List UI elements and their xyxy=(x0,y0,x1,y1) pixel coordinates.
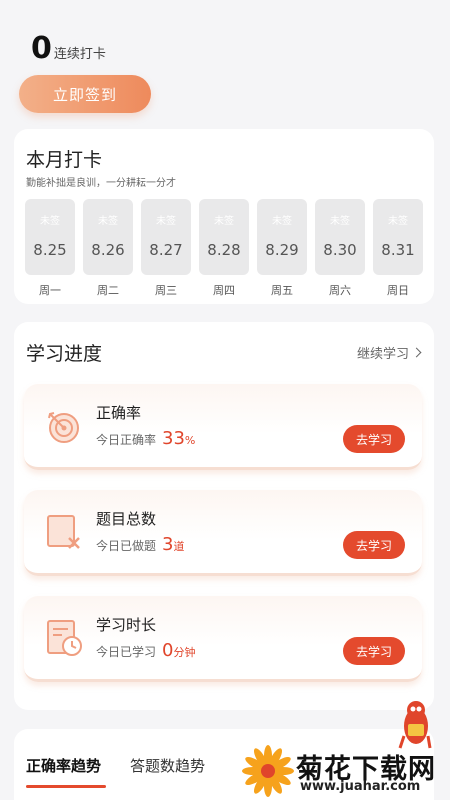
day-date: 8.28 xyxy=(207,241,241,259)
tab-answer-count-trend[interactable]: 答题数趋势 xyxy=(130,755,205,776)
mascot-icon xyxy=(398,701,432,749)
day-box: 未签 8.28 xyxy=(199,199,249,275)
day-weekday: 周六 xyxy=(329,284,351,297)
continue-study-label: 继续学习 xyxy=(356,347,409,362)
day-date: 8.25 xyxy=(33,241,67,259)
go-study-button[interactable]: 去学习 xyxy=(343,531,405,559)
day-item[interactable]: 未签 8.28 周四 xyxy=(199,199,249,298)
day-weekday: 周三 xyxy=(155,284,177,297)
progress-item-unit: % xyxy=(184,434,196,447)
tab-accuracy-trend[interactable]: 正确率趋势 xyxy=(26,755,101,776)
day-status: 未签 xyxy=(98,216,118,227)
day-status: 未签 xyxy=(272,216,292,227)
monthly-checkin-subtitle: 勤能补拙是良训，一分耕耘一分才 xyxy=(26,178,176,189)
progress-item-value: 3 xyxy=(162,534,174,555)
checkin-button[interactable]: 立即签到 xyxy=(19,75,151,113)
day-status: 未签 xyxy=(214,216,234,227)
day-date: 8.29 xyxy=(265,241,299,259)
day-status: 未签 xyxy=(156,216,176,227)
day-date: 8.30 xyxy=(323,241,357,259)
day-item[interactable]: 未签 8.29 周五 xyxy=(257,199,307,298)
progress-item-unit: 道 xyxy=(173,540,185,553)
day-box: 未签 8.27 xyxy=(141,199,191,275)
study-progress-card: 学习进度 继续学习 正确率 今日正确率 33 % 去学习 题目总数 今日已做题 xyxy=(14,322,434,710)
day-weekday: 周日 xyxy=(387,284,409,297)
go-study-button[interactable]: 去学习 xyxy=(343,425,405,453)
progress-item-stat: 今日已学习 0 分钟 xyxy=(96,640,195,661)
progress-item-title: 正确率 xyxy=(96,404,142,422)
day-date: 8.26 xyxy=(91,241,125,259)
day-box: 未签 8.26 xyxy=(83,199,133,275)
clock-document-icon xyxy=(47,620,82,656)
day-box: 未签 8.30 xyxy=(315,199,365,275)
progress-item-value: 33 xyxy=(162,428,185,449)
day-weekday: 周一 xyxy=(39,284,61,297)
day-item[interactable]: 未签 8.26 周二 xyxy=(83,199,133,298)
day-list: 未签 8.25 周一 未签 8.26 周二 未签 8.27 周三 未签 8.28 xyxy=(25,199,423,298)
day-box: 未签 8.29 xyxy=(257,199,307,275)
progress-item-value: 0 xyxy=(162,640,174,661)
watermark: 菊花下载网 www.juahar.com xyxy=(242,745,446,797)
active-tab-indicator xyxy=(26,785,106,788)
progress-item-desc: 今日已做题 xyxy=(96,539,157,553)
day-weekday: 周五 xyxy=(271,284,293,297)
monthly-checkin-card: 本月打卡 勤能补拙是良训，一分耕耘一分才 未签 8.25 周一 未签 8.26 … xyxy=(14,129,434,304)
day-item[interactable]: 未签 8.31 周日 xyxy=(373,199,423,298)
progress-item-title: 题目总数 xyxy=(96,510,157,528)
progress-item-desc: 今日已学习 xyxy=(96,645,157,659)
day-box: 未签 8.25 xyxy=(25,199,75,275)
progress-item-stat: 今日已做题 3 道 xyxy=(96,534,184,555)
streak-counter: 0 连续打卡 xyxy=(31,34,106,64)
chevron-right-icon xyxy=(411,347,422,358)
day-date: 8.31 xyxy=(381,241,415,259)
day-status: 未签 xyxy=(40,216,60,227)
progress-item-unit: 分钟 xyxy=(173,646,196,659)
day-item[interactable]: 未签 8.27 周三 xyxy=(141,199,191,298)
day-status: 未签 xyxy=(330,216,350,227)
day-date: 8.27 xyxy=(149,241,183,259)
day-item[interactable]: 未签 8.30 周六 xyxy=(315,199,365,298)
day-item[interactable]: 未签 8.25 周一 xyxy=(25,199,75,298)
progress-item-total-questions: 题目总数 今日已做题 3 道 去学习 xyxy=(24,490,422,576)
day-box: 未签 8.31 xyxy=(373,199,423,275)
day-weekday: 周四 xyxy=(213,284,235,297)
progress-item-study-time: 学习时长 今日已学习 0 分钟 去学习 xyxy=(24,596,422,682)
chrysanthemum-logo-icon xyxy=(242,745,294,797)
target-icon xyxy=(48,412,79,443)
progress-item-title: 学习时长 xyxy=(96,616,157,634)
continue-study-link[interactable]: 继续学习 xyxy=(356,343,422,362)
go-study-button[interactable]: 去学习 xyxy=(343,637,405,665)
day-status: 未签 xyxy=(388,216,408,227)
progress-item-accuracy: 正确率 今日正确率 33 % 去学习 xyxy=(24,384,422,470)
watermark-url: www.juahar.com xyxy=(300,779,421,794)
study-progress-title: 学习进度 xyxy=(26,343,103,365)
monthly-checkin-title: 本月打卡 xyxy=(26,149,103,171)
question-card-icon xyxy=(47,515,80,549)
day-weekday: 周二 xyxy=(97,284,119,297)
streak-count: 0 xyxy=(31,31,52,66)
progress-item-desc: 今日正确率 xyxy=(96,433,157,447)
progress-item-stat: 今日正确率 33 % xyxy=(96,428,195,449)
streak-label: 连续打卡 xyxy=(53,47,106,62)
